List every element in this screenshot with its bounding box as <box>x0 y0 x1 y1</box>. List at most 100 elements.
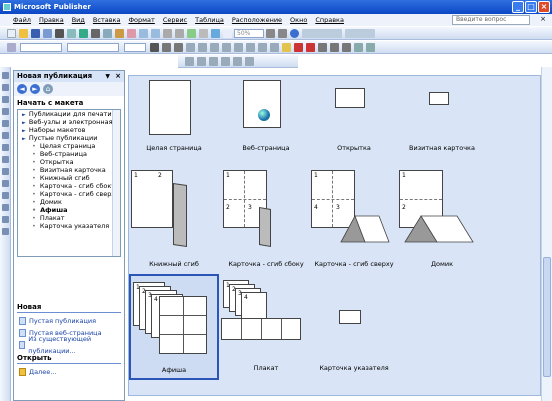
oval-tool-icon[interactable] <box>2 168 9 175</box>
menu-view[interactable]: Вид <box>68 16 89 24</box>
justify-icon[interactable] <box>222 42 231 52</box>
gallery-full-page[interactable]: Целая страница <box>129 76 219 182</box>
spelling-icon[interactable] <box>79 28 88 38</box>
line-tool-icon[interactable] <box>2 144 9 151</box>
menu-help[interactable]: Справка <box>311 16 348 24</box>
align-center-icon[interactable] <box>198 42 207 52</box>
undo-icon[interactable] <box>139 28 148 38</box>
align-left-icon[interactable] <box>186 42 195 52</box>
form-control-icon[interactable] <box>2 216 9 223</box>
tree-item[interactable]: • Открытка <box>18 158 120 166</box>
italic-icon[interactable] <box>162 42 171 52</box>
align-right-icon[interactable] <box>210 42 219 52</box>
picture-frame-icon[interactable] <box>2 120 9 127</box>
forward-arrow-icon[interactable]: ► <box>30 84 40 94</box>
columns-icon[interactable] <box>199 28 208 38</box>
pane-close-icon[interactable]: × <box>115 71 121 82</box>
tree-scrollbar[interactable] <box>112 110 120 256</box>
text-direction-icon[interactable] <box>245 56 254 66</box>
close-button[interactable]: × <box>538 1 550 13</box>
copy-icon[interactable] <box>103 28 112 38</box>
print-icon[interactable] <box>55 28 64 38</box>
gallery-tent-card[interactable]: 1 2 Домик <box>397 168 487 274</box>
maximize-button[interactable]: □ <box>525 1 537 13</box>
arrow-style-icon[interactable] <box>342 42 351 52</box>
cut-icon[interactable] <box>91 28 100 38</box>
frame-icon[interactable] <box>185 56 194 66</box>
rectangle-tool-icon[interactable] <box>2 180 9 187</box>
font-combo[interactable] <box>67 42 119 52</box>
menu-tools[interactable]: Сервис <box>159 16 191 24</box>
blank-publication-link[interactable]: Пустая публикация <box>14 315 124 327</box>
tree-item[interactable]: • Карточка указателя <box>18 222 120 230</box>
tree-item[interactable]: • Афиша <box>18 206 120 214</box>
show-special-icon[interactable] <box>223 28 232 38</box>
dash-style-icon[interactable] <box>330 42 339 52</box>
next-frame-icon[interactable] <box>233 56 242 66</box>
gallery-index-card[interactable]: Карточка указателя <box>309 274 399 380</box>
clip-art-icon[interactable] <box>2 132 9 139</box>
fill-color-icon[interactable] <box>282 42 291 52</box>
tree-item[interactable]: • Карточка - сгиб сверху <box>18 190 120 198</box>
increase-indent-icon[interactable] <box>270 42 279 52</box>
text-box-icon[interactable] <box>2 84 9 91</box>
wordart-icon[interactable] <box>2 108 9 115</box>
tree-item[interactable]: • Целая страница <box>18 142 120 150</box>
bold-icon[interactable] <box>150 42 159 52</box>
preview-icon[interactable] <box>67 28 76 38</box>
menu-format[interactable]: Формат <box>124 16 158 24</box>
zoom-out-icon[interactable] <box>266 28 275 38</box>
bullets-icon[interactable] <box>246 42 255 52</box>
hyperlink-icon[interactable] <box>211 28 220 38</box>
close-document-icon[interactable]: × <box>540 15 546 23</box>
menu-arrange[interactable]: Расположение <box>228 16 286 24</box>
prev-frame-icon[interactable] <box>221 56 230 66</box>
paste-icon[interactable] <box>115 28 124 38</box>
hotspot-icon[interactable] <box>2 204 9 211</box>
send-back-icon[interactable] <box>175 28 184 38</box>
save-icon[interactable] <box>31 28 40 38</box>
tree-item[interactable]: ► Пустые публикации <box>18 134 120 142</box>
zoom-in-icon[interactable] <box>278 28 287 38</box>
tree-item[interactable]: • Визитная карточка <box>18 166 120 174</box>
gallery-top-fold-card[interactable]: 1 4 3 Карточка - сгиб сверху <box>309 168 399 274</box>
tree-item[interactable]: • Домик <box>18 198 120 206</box>
more-link[interactable]: Далее... <box>14 366 124 378</box>
tree-item[interactable]: • Плакат <box>18 214 120 222</box>
back-arrow-icon[interactable]: ◄ <box>17 84 27 94</box>
gallery-scroll-thumb[interactable] <box>543 257 551 377</box>
gallery-poster-selected[interactable]: 1 2 3 4 Афиша <box>129 274 219 380</box>
pane-menu-chevron-icon[interactable]: ▼ <box>105 71 110 82</box>
font-color-icon[interactable] <box>306 42 315 52</box>
mail-icon[interactable] <box>43 28 52 38</box>
tree-item[interactable]: • Книжный сгиб <box>18 174 120 182</box>
bring-front-icon[interactable] <box>163 28 172 38</box>
open-folder-icon[interactable] <box>19 28 28 38</box>
gallery-web-page[interactable]: Веб-страница <box>221 76 311 182</box>
menu-edit[interactable]: Правка <box>35 16 68 24</box>
size-combo[interactable] <box>124 42 146 52</box>
from-existing-link[interactable]: Из существующей публикации... <box>14 335 124 355</box>
menu-insert[interactable]: Вставка <box>89 16 125 24</box>
tree-item[interactable]: ► Наборы макетов <box>18 126 120 134</box>
help-search-input[interactable]: Введите вопрос <box>452 15 530 25</box>
3d-icon[interactable] <box>366 42 375 52</box>
tree-item[interactable]: • Карточка - сгиб сбоку <box>18 182 120 190</box>
help-icon[interactable] <box>290 28 299 38</box>
decrease-indent-icon[interactable] <box>258 42 267 52</box>
insert-table-icon[interactable] <box>187 28 196 38</box>
menu-file[interactable]: Файл <box>9 16 35 24</box>
shadow-icon[interactable] <box>354 42 363 52</box>
gallery-scrollbar[interactable] <box>541 67 552 401</box>
arrow-tool-icon[interactable] <box>2 156 9 163</box>
gallery-side-fold-card[interactable]: 1 2 3 Карточка - сгиб сбоку <box>221 168 311 274</box>
home-icon[interactable]: ⌂ <box>43 84 53 94</box>
styles-icon[interactable] <box>7 42 16 52</box>
select-tool-icon[interactable] <box>2 72 9 79</box>
menu-table[interactable]: Таблица <box>191 16 228 24</box>
connect-icon[interactable] <box>197 56 206 66</box>
zoom-combo[interactable]: 50% <box>234 28 264 38</box>
gallery-business-card[interactable]: Визитная карточка <box>397 76 487 182</box>
toolbar-options-icon[interactable] <box>345 28 375 38</box>
disconnect-icon[interactable] <box>209 56 218 66</box>
